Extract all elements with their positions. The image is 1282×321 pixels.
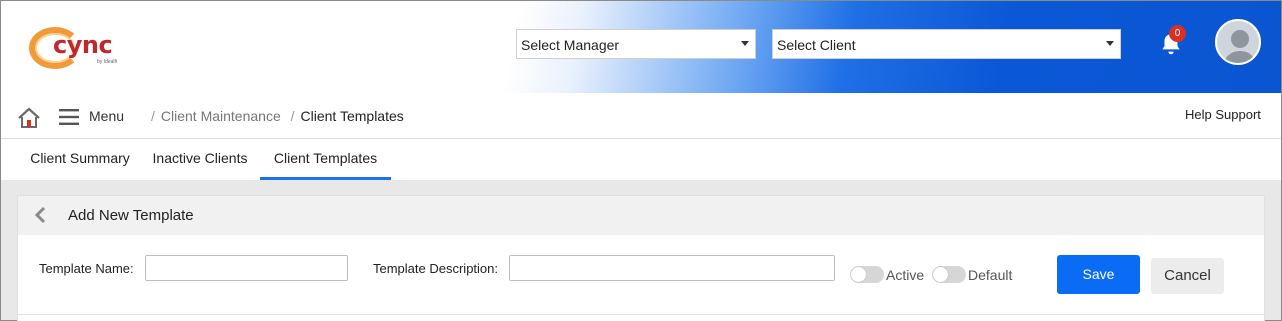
- chevron-left-icon[interactable]: [34, 206, 48, 224]
- help-support-link[interactable]: Help Support: [1185, 107, 1261, 122]
- menu-label[interactable]: Menu: [89, 108, 124, 124]
- active-toggle-label: Active: [886, 267, 925, 283]
- select-manager-value: Select Manager: [521, 37, 620, 53]
- notification-badge: 0: [1169, 25, 1186, 42]
- breadcrumb-separator: /: [151, 108, 155, 124]
- template-description-label: Template Description:: [373, 261, 498, 276]
- select-manager-dropdown[interactable]: Select Manager: [516, 29, 756, 59]
- panel-title: Add New Template: [68, 207, 194, 224]
- user-avatar[interactable]: [1215, 19, 1261, 65]
- nav-bar: Menu / Client Maintenance / Client Templat…: [1, 93, 1281, 139]
- breadcrumb: / Client Maintenance / Client Templates: [151, 108, 404, 124]
- default-toggle-label: Default: [968, 267, 1013, 283]
- tab-client-summary[interactable]: Client Summary: [21, 139, 139, 180]
- save-button[interactable]: Save: [1057, 255, 1140, 294]
- chevron-down-icon: [1106, 41, 1114, 46]
- panel-header: Add New Template: [18, 196, 1264, 235]
- logo-text: cync: [53, 31, 113, 59]
- active-toggle[interactable]: [850, 266, 884, 283]
- default-toggle[interactable]: [932, 266, 966, 283]
- template-name-label: Template Name:: [39, 261, 134, 276]
- toggle-knob: [851, 267, 866, 282]
- breadcrumb-client-maintenance[interactable]: Client Maintenance: [161, 108, 281, 124]
- hamburger-menu-icon[interactable]: [59, 109, 79, 125]
- chevron-down-icon: [741, 41, 749, 46]
- select-client-dropdown[interactable]: Select Client: [772, 29, 1121, 59]
- top-header: cync by Idealfi Select Manager Select Cl…: [1, 1, 1281, 93]
- template-description-input[interactable]: [509, 255, 835, 281]
- select-client-value: Select Client: [777, 37, 856, 53]
- panel-divider: [18, 314, 1264, 315]
- cync-logo[interactable]: cync by Idealfi: [25, 25, 141, 73]
- logo-subtext: by Idealfi: [97, 59, 118, 65]
- template-name-input[interactable]: [145, 255, 348, 281]
- breadcrumb-separator: /: [290, 108, 295, 124]
- user-silhouette-icon: [1223, 30, 1257, 63]
- breadcrumb-current: Client Templates: [300, 108, 404, 124]
- add-template-panel: Add New Template Template Name: Template…: [17, 195, 1265, 321]
- tab-bar: Client Summary Inactive Clients Client T…: [1, 139, 1281, 180]
- tab-inactive-clients[interactable]: Inactive Clients: [143, 139, 257, 180]
- cancel-button[interactable]: Cancel: [1151, 258, 1224, 294]
- home-icon[interactable]: [17, 107, 41, 129]
- toggle-knob: [933, 267, 948, 282]
- tab-client-templates[interactable]: Client Templates: [260, 139, 391, 180]
